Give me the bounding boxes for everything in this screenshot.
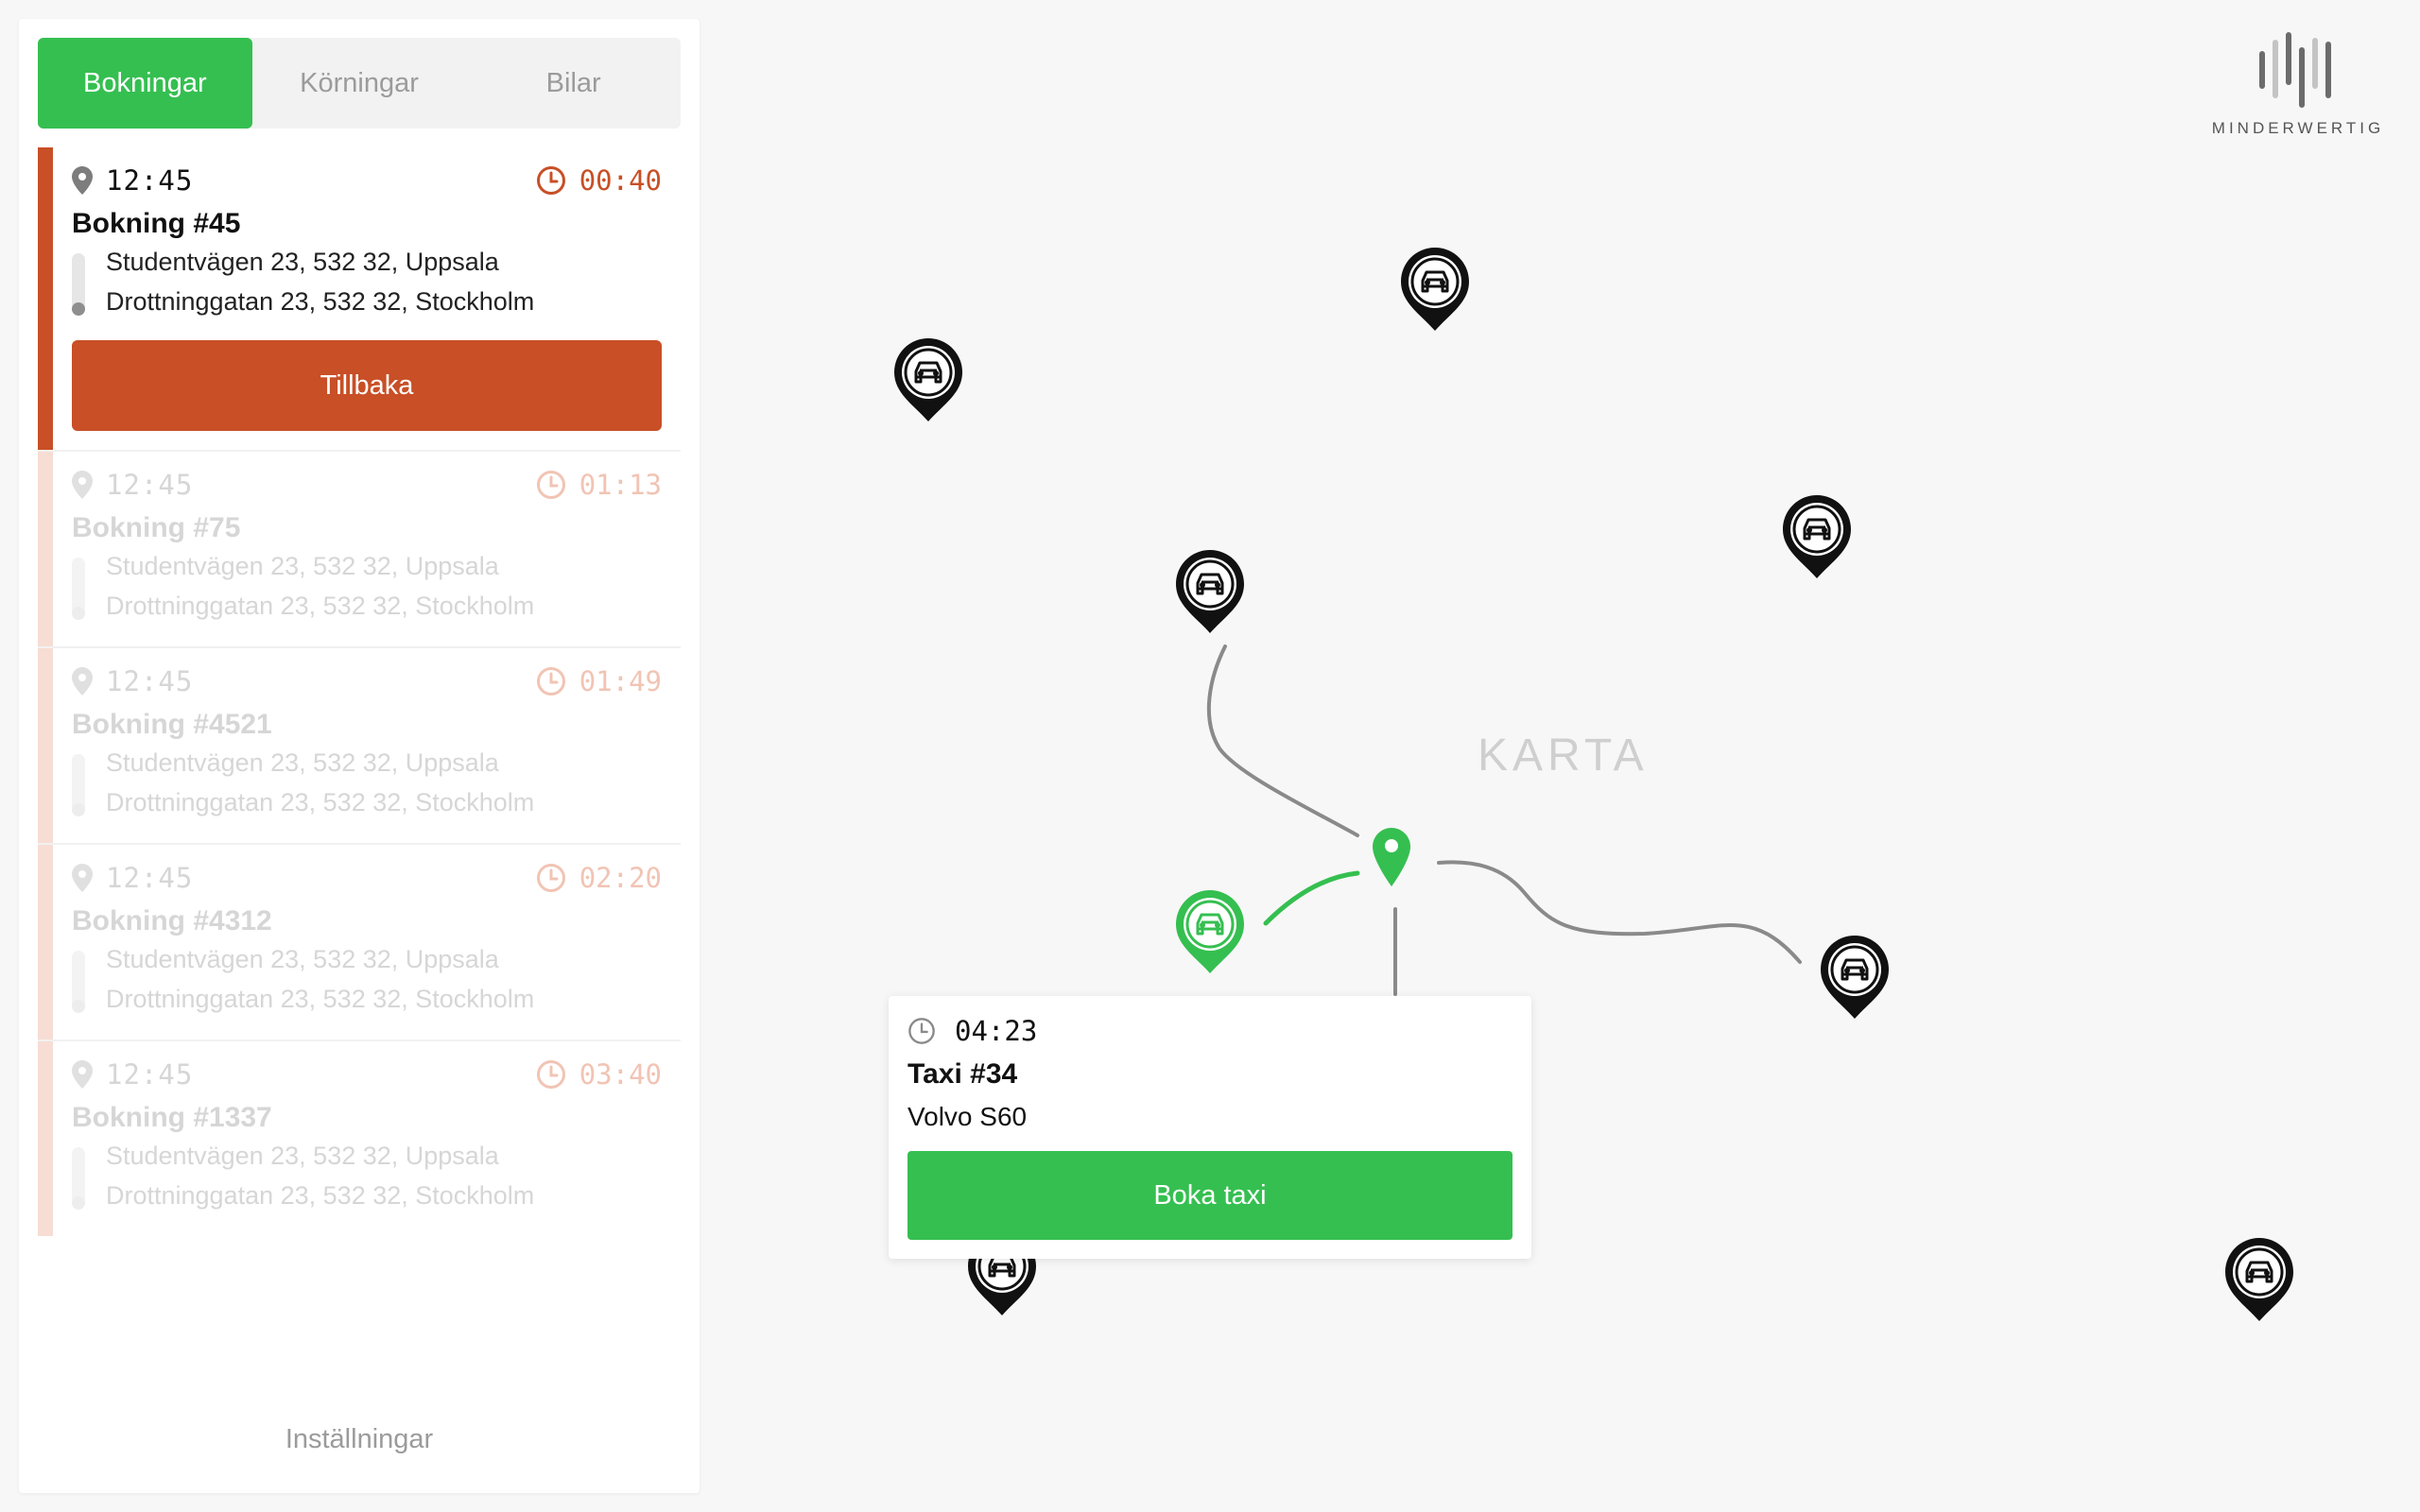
taxi-model: Volvo S60: [908, 1102, 1028, 1131]
back-button[interactable]: Tillbaka: [72, 340, 662, 431]
taxi-marker[interactable]: [2221, 1234, 2297, 1325]
route-indicator: [72, 253, 87, 316]
route-indicator: [72, 951, 87, 1013]
booking-status-bar: [38, 845, 53, 1040]
clock-icon: [536, 471, 565, 499]
dropoff-address: Drottninggatan 23, 532 32, Stockholm: [106, 1181, 535, 1210]
route-indicator: [72, 558, 87, 620]
booking-card-active[interactable]: 12:45 00:40 Bokning #45 Studentvägen 23,…: [38, 147, 681, 450]
brand-logo: MINDERWERTIG: [2210, 32, 2386, 146]
booking-timer: 01:13: [536, 469, 662, 501]
timer-value: 02:20: [579, 862, 662, 894]
map-pin-icon: [72, 1060, 93, 1089]
booking-title: Bokning #4521: [72, 709, 272, 740]
booking-time: 12:45: [106, 862, 194, 894]
booking-status-bar: [38, 648, 53, 843]
booking-timer: 03:40: [536, 1058, 662, 1091]
booking-status-bar: [38, 1041, 53, 1236]
booking-card[interactable]: 12:45 02:20 Bokning #4312 Studentvägen 2…: [38, 845, 681, 1040]
map-pin-icon: [72, 471, 93, 499]
booking-title: Bokning #1337: [72, 1102, 272, 1133]
booking-timer: 01:49: [536, 665, 662, 697]
dropoff-address: Drottninggatan 23, 532 32, Stockholm: [106, 592, 535, 620]
pickup-address: Studentvägen 23, 532 32, Uppsala: [106, 552, 499, 580]
tab-korningar[interactable]: Körningar: [252, 38, 467, 129]
booking-card[interactable]: 12:45 03:40 Bokning #1337 Studentvägen 2…: [38, 1041, 681, 1236]
booking-time: 12:45: [106, 469, 194, 501]
booking-status-bar: [38, 147, 53, 450]
settings-link[interactable]: Inställningar: [19, 1424, 700, 1455]
map-pin-icon: [72, 667, 93, 696]
route-indicator: [72, 754, 87, 816]
clock-icon: [908, 1018, 935, 1044]
clock-icon: [536, 667, 565, 696]
clock-icon: [536, 864, 565, 892]
tab-bilar[interactable]: Bilar: [466, 38, 681, 129]
booking-title: Bokning #45: [72, 208, 241, 239]
booking-card[interactable]: 12:45 01:49 Bokning #4521 Studentvägen 2…: [38, 648, 681, 843]
booking-title: Bokning #75: [72, 512, 241, 543]
tab-bar: Bokningar Körningar Bilar: [38, 38, 681, 129]
destination-pin-icon[interactable]: [1373, 828, 1410, 886]
dropoff-address: Drottninggatan 23, 532 32, Stockholm: [106, 287, 535, 316]
booking-time: 12:45: [106, 1058, 194, 1091]
booking-title: Bokning #4312: [72, 905, 272, 936]
booking-time: 12:45: [106, 665, 194, 697]
timer-value: 03:40: [579, 1058, 662, 1091]
pickup-address: Studentvägen 23, 532 32, Uppsala: [106, 248, 499, 276]
clock-icon: [536, 166, 565, 195]
map-pin-icon: [72, 166, 93, 195]
taxi-marker[interactable]: [1172, 546, 1248, 637]
timer-value: 01:49: [579, 665, 662, 697]
minderwertig-logo-icon: [2259, 32, 2331, 108]
map-label: KARTA: [1478, 730, 1649, 781]
dropoff-address: Drottninggatan 23, 532 32, Stockholm: [106, 985, 535, 1013]
booking-time: 12:45: [106, 164, 194, 197]
bookings-panel: Bokningar Körningar Bilar 12:45 00:40 Bo…: [19, 19, 700, 1493]
taxi-marker[interactable]: [890, 335, 966, 425]
map-pin-icon: [72, 864, 93, 892]
booking-timer: 02:20: [536, 862, 662, 894]
pickup-address: Studentvägen 23, 532 32, Uppsala: [106, 1142, 499, 1170]
clock-icon: [536, 1060, 565, 1089]
taxi-info-card: 04:23 Taxi #34 Volvo S60 Boka taxi: [889, 996, 1531, 1259]
booking-card[interactable]: 12:45 01:13 Bokning #75 Studentvägen 23,…: [38, 452, 681, 646]
pickup-address: Studentvägen 23, 532 32, Uppsala: [106, 945, 499, 973]
route-indicator: [72, 1147, 87, 1210]
pickup-address: Studentvägen 23, 532 32, Uppsala: [106, 748, 499, 777]
booking-status-bar: [38, 452, 53, 646]
tab-bokningar[interactable]: Bokningar: [38, 38, 252, 129]
eta-value: 04:23: [955, 1015, 1038, 1047]
taxi-eta: 04:23: [908, 1015, 1037, 1047]
taxi-marker[interactable]: [1817, 932, 1893, 1022]
taxi-marker[interactable]: [1779, 491, 1855, 582]
timer-value: 00:40: [579, 164, 662, 197]
dropoff-address: Drottninggatan 23, 532 32, Stockholm: [106, 788, 535, 816]
taxi-name: Taxi #34: [908, 1058, 1018, 1090]
taxi-marker[interactable]: [1397, 244, 1473, 335]
selected-taxi-marker[interactable]: [1172, 886, 1248, 977]
timer-value: 01:13: [579, 469, 662, 501]
logo-wordmark: MINDERWERTIG: [2211, 119, 2385, 137]
booking-timer: 00:40: [536, 164, 662, 197]
book-taxi-button[interactable]: Boka taxi: [908, 1151, 1512, 1240]
